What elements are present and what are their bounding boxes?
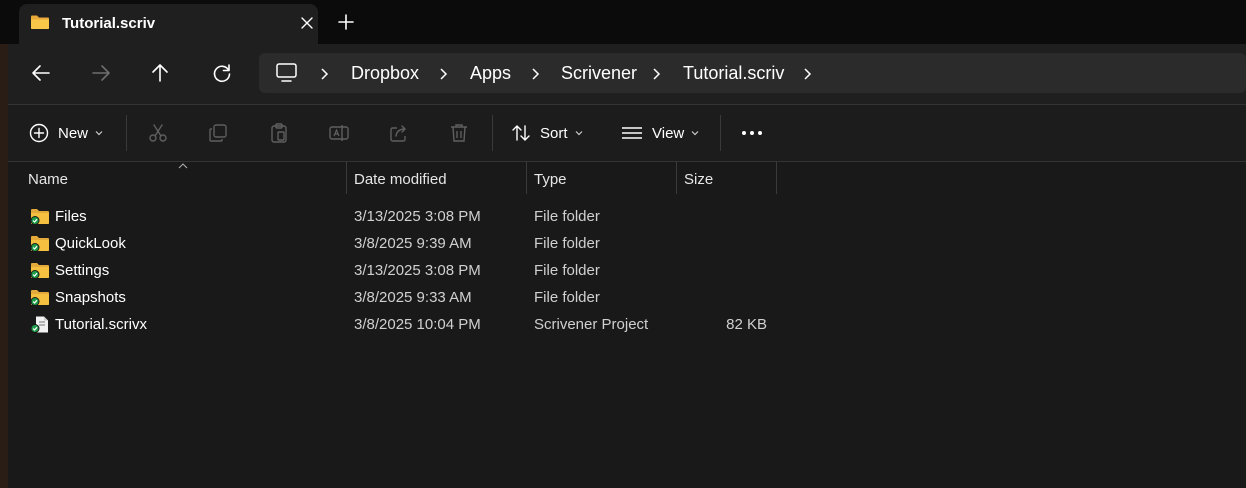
separator: [720, 115, 721, 151]
rename-icon: [329, 125, 349, 141]
breadcrumb-dropbox[interactable]: Dropbox: [351, 63, 419, 84]
folder-icon: [30, 209, 49, 225]
new-tab-plus-icon[interactable]: [337, 13, 355, 31]
file-date-modified: 3/8/2025 10:04 PM: [354, 316, 481, 333]
file-name: Snapshots: [55, 289, 126, 306]
sort-label: Sort: [540, 124, 568, 142]
separator: [126, 115, 127, 151]
sort-arrows-icon: [512, 125, 530, 141]
column-header-size[interactable]: Size: [677, 162, 776, 194]
view-list-icon: [622, 127, 642, 139]
file-date-modified: 3/13/2025 3:08 PM: [354, 208, 481, 225]
column-resize-handle[interactable]: [776, 162, 777, 194]
column-header-type[interactable]: Type: [527, 162, 676, 194]
new-label: New: [58, 124, 89, 142]
file-date-modified: 3/8/2025 9:39 AM: [354, 235, 472, 252]
sort-button[interactable]: Sort: [511, 105, 583, 161]
file-name: QuickLook: [55, 235, 126, 252]
view-button[interactable]: View: [621, 105, 699, 161]
file-row[interactable]: Settings 3/13/2025 3:08 PM File folder: [22, 257, 782, 284]
file-row[interactable]: Files 3/13/2025 3:08 PM File folder: [22, 203, 782, 230]
folder-icon: [30, 236, 49, 252]
folder-icon: [30, 263, 49, 279]
ellipsis-icon: [742, 131, 762, 135]
separator: [492, 115, 493, 151]
clipboard-icon: [271, 123, 287, 143]
file-name: Files: [55, 208, 87, 225]
file-name: Tutorial.scrivx: [55, 316, 147, 333]
view-label: View: [652, 124, 685, 142]
refresh-icon[interactable]: [211, 62, 233, 84]
rename-button[interactable]: [329, 105, 349, 161]
file-type: File folder: [534, 208, 600, 225]
cut-button[interactable]: [148, 105, 168, 161]
file-name: Settings: [55, 262, 110, 279]
chevron-down-icon: [575, 131, 582, 136]
file-type: File folder: [534, 262, 600, 279]
new-button[interactable]: New: [29, 105, 103, 161]
chevron-right-icon[interactable]: [320, 68, 330, 80]
file-type: File folder: [534, 235, 600, 252]
folder-icon: [31, 15, 49, 29]
command-bar: New Sort View: [8, 105, 1246, 161]
share-button[interactable]: [389, 105, 409, 161]
file-date-modified: 3/13/2025 3:08 PM: [354, 262, 481, 279]
this-pc-icon[interactable]: [276, 63, 297, 82]
chevron-down-icon: [691, 131, 699, 136]
tab-tutorial-scriv[interactable]: Tutorial.scriv: [19, 4, 318, 44]
navigation-bar: Dropbox Apps Scrivener Tutorial.scriv: [8, 44, 1246, 104]
file-explorer-window: Tutorial.scriv Dropbox Apps Scrivener Tu…: [0, 0, 1246, 488]
address-bar[interactable]: Dropbox Apps Scrivener Tutorial.scriv: [259, 53, 1246, 93]
chevron-right-icon[interactable]: [531, 68, 541, 80]
add-circle-icon: [29, 123, 49, 143]
file-list: Name Date modified Type Size Files 3/13/…: [8, 162, 1246, 488]
file-type: Scrivener Project: [534, 316, 649, 333]
breadcrumb-apps[interactable]: Apps: [470, 63, 511, 84]
back-arrow-icon[interactable]: [30, 62, 52, 84]
scissors-icon: [149, 124, 167, 142]
paste-button[interactable]: [269, 105, 289, 161]
file-size: 82 KB: [726, 316, 767, 333]
column-header-name[interactable]: Name: [8, 162, 346, 194]
forward-arrow-icon[interactable]: [90, 62, 112, 84]
breadcrumb-scrivener[interactable]: Scrivener: [561, 63, 637, 84]
delete-button[interactable]: [449, 105, 469, 161]
trash-icon: [451, 124, 467, 142]
chevron-right-icon[interactable]: [439, 68, 449, 80]
file-date-modified: 3/8/2025 9:33 AM: [354, 289, 472, 306]
folder-icon: [30, 290, 49, 306]
tab-title: Tutorial.scriv: [62, 15, 156, 32]
chevron-right-icon[interactable]: [803, 68, 813, 80]
copy-icon: [209, 124, 227, 142]
column-header-date[interactable]: Date modified: [347, 162, 526, 194]
more-options-button[interactable]: [741, 105, 763, 161]
file-row[interactable]: Snapshots 3/8/2025 9:33 AM File folder: [22, 284, 782, 311]
close-icon[interactable]: [300, 16, 314, 30]
copy-button[interactable]: [208, 105, 228, 161]
file-row[interactable]: Tutorial.scrivx 3/8/2025 10:04 PM Scrive…: [22, 311, 782, 338]
file-type: File folder: [534, 289, 600, 306]
file-icon: [30, 316, 48, 333]
file-row[interactable]: QuickLook 3/8/2025 9:39 AM File folder: [22, 230, 782, 257]
share-icon: [390, 125, 406, 142]
up-arrow-icon[interactable]: [149, 62, 171, 84]
tab-bar: Tutorial.scriv: [0, 0, 1246, 44]
chevron-down-icon: [95, 131, 103, 136]
desktop-edge: [0, 0, 8, 488]
chevron-right-icon[interactable]: [652, 68, 662, 80]
breadcrumb-tutorial-scriv[interactable]: Tutorial.scriv: [683, 63, 784, 84]
